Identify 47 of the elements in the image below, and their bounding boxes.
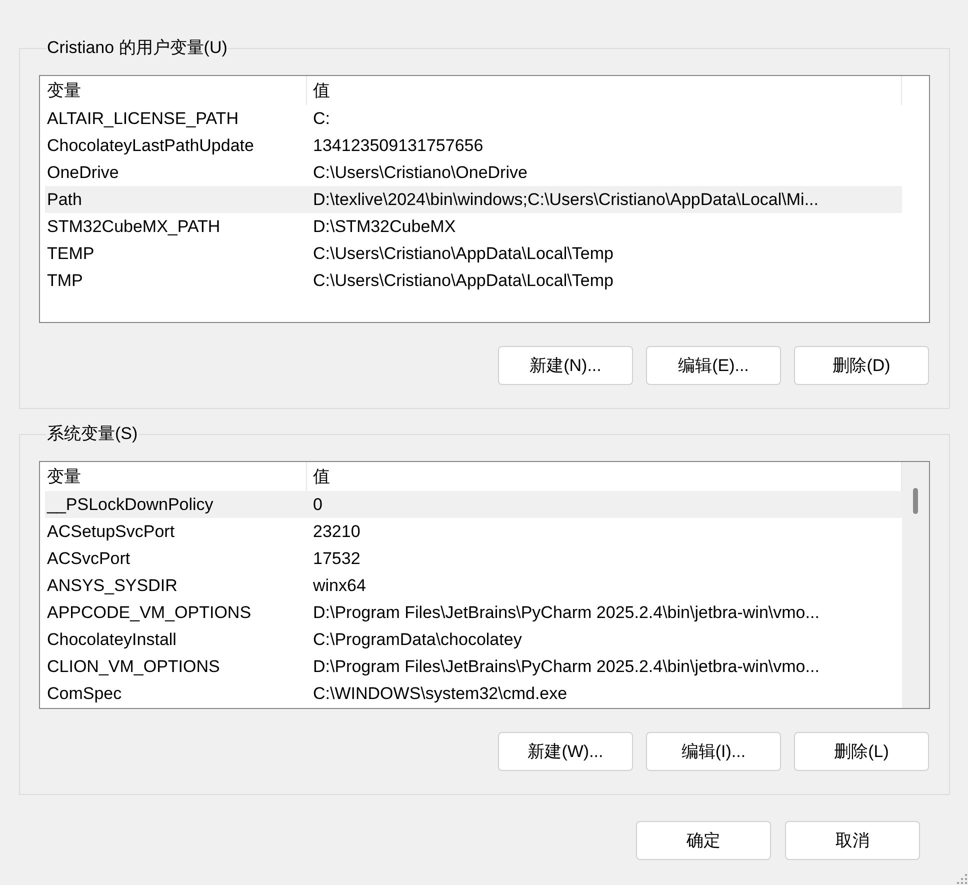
- variable-name: TEMP: [47, 242, 94, 264]
- variable-value: D:\Program Files\JetBrains\PyCharm 2025.2.4\bin\jetbra-win\vmo...: [313, 656, 820, 678]
- variable-list[interactable]: [39, 461, 930, 709]
- variable-name: APPCODE_VM_OPTIONS: [47, 602, 252, 624]
- variable-value: D:\texlive\2024\bin\windows;C:\Users\Cristiano\AppData\Local\Mi...: [313, 188, 818, 210]
- dialog-button[interactable]: 编辑(E)...: [646, 346, 781, 385]
- variable-value: C:\Users\Cristiano\AppData\Local\Temp: [313, 242, 614, 264]
- variable-value: D:\STM32CubeMX: [313, 216, 456, 238]
- list-row[interactable]: Path D:\texlive\2024\bin\windows;C:\Users\Cristiano\AppData\Local\Mi...: [45, 186, 902, 213]
- variable-name: ChocolateyInstall: [47, 628, 176, 650]
- variable-name: ACSetupSvcPort: [47, 520, 175, 542]
- dialog-button[interactable]: 确定: [636, 821, 771, 860]
- dialog-button[interactable]: 删除(L): [794, 732, 929, 771]
- variable-name: TMP: [47, 270, 83, 292]
- scrollbar[interactable]: [902, 462, 929, 708]
- scrollbar-thumb[interactable]: [913, 488, 918, 514]
- dialog-button[interactable]: 新建(W)...: [498, 732, 633, 771]
- list-row[interactable]: __PSLockDownPolicy 0: [45, 491, 902, 518]
- variable-name: ALTAIR_LICENSE_PATH: [47, 108, 238, 130]
- dialog-button[interactable]: 取消: [785, 821, 920, 860]
- variable-name: CLION_VM_OPTIONS: [47, 656, 220, 678]
- variable-list[interactable]: [39, 75, 930, 323]
- variable-value: C:\WINDOWS\system32\cmd.exe: [313, 682, 568, 704]
- dialog-button[interactable]: 新建(N)...: [498, 346, 633, 385]
- variable-name: Path: [47, 188, 82, 210]
- dialog-button[interactable]: 编辑(I)...: [646, 732, 781, 771]
- variable-value: C:\ProgramData\chocolatey: [313, 628, 522, 650]
- group-title: Cristiano 的用户变量(U): [46, 37, 228, 59]
- variable-value: 23210: [313, 520, 360, 542]
- variable-value: C:\Users\Cristiano\OneDrive: [313, 162, 528, 184]
- variable-value: D:\Program Files\JetBrains\PyCharm 2025.2.4\bin\jetbra-win\vmo...: [313, 602, 820, 624]
- variable-value: winx64: [313, 574, 366, 596]
- variable-name: __PSLockDownPolicy: [47, 494, 214, 516]
- variable-name: ANSYS_SYSDIR: [47, 574, 178, 596]
- variable-name: OneDrive: [47, 162, 119, 184]
- variable-value: 134123509131757656: [313, 134, 484, 156]
- resize-grip-icon[interactable]: [955, 872, 967, 884]
- variable-name: ComSpec: [47, 682, 122, 704]
- variable-value: 17532: [313, 548, 360, 570]
- variable-value: C:: [313, 108, 330, 130]
- group-title: 系统变量(S): [46, 423, 139, 445]
- variable-name: ChocolateyLastPathUpdate: [47, 134, 254, 156]
- variable-value: 0: [313, 494, 322, 516]
- variable-value: C:\Users\Cristiano\AppData\Local\Temp: [313, 270, 614, 292]
- variable-name: ACSvcPort: [47, 548, 130, 570]
- dialog-button[interactable]: 删除(D): [794, 346, 929, 385]
- variable-name: STM32CubeMX_PATH: [47, 216, 220, 238]
